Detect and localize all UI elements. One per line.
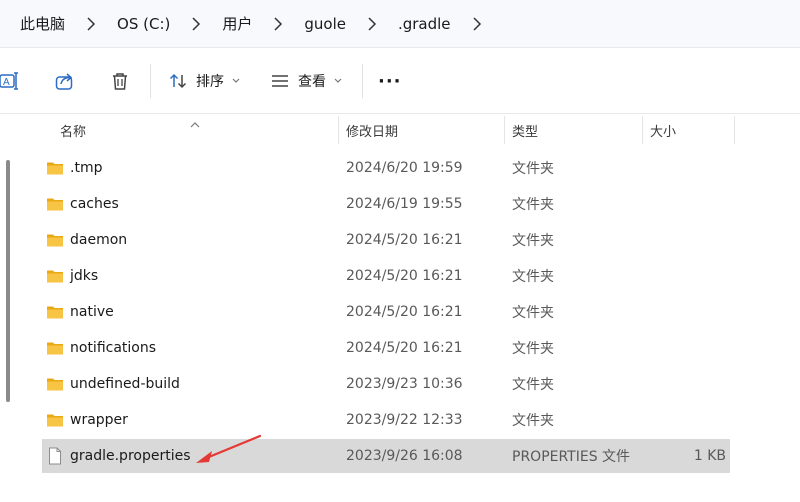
breadcrumb-drive-c[interactable]: OS (C:) — [113, 11, 174, 37]
folder-icon — [46, 231, 64, 249]
file-type: 文件夹 — [512, 377, 554, 393]
file-row[interactable]: .tmp 2024/6/20 19:59 文件夹 — [0, 150, 800, 186]
file-modified-date: 2024/5/20 16:21 — [346, 304, 463, 320]
file-name: native — [70, 304, 114, 320]
file-name: .tmp — [70, 160, 103, 176]
column-name-label: 名称 — [60, 124, 87, 140]
file-modified-date: 2023/9/23 10:36 — [346, 376, 463, 392]
file-row[interactable]: jdks 2024/5/20 16:21 文件夹 — [0, 258, 800, 294]
chevron-right-icon[interactable] — [455, 14, 499, 34]
toolbar-divider — [150, 64, 151, 98]
file-size — [640, 186, 726, 222]
sort-label: 排序 — [196, 74, 224, 90]
file-list: .tmp 2024/6/20 19:59 文件夹 caches 2024/6/1… — [0, 150, 800, 474]
command-bar: A 排序 查看 ··· — [0, 48, 800, 114]
file-row[interactable]: undefined-build 2023/9/23 10:36 文件夹 — [0, 366, 800, 402]
toolbar-divider — [362, 64, 363, 98]
file-modified-date: 2024/5/20 16:21 — [346, 340, 463, 356]
file-size — [640, 258, 726, 294]
folder-icon — [46, 375, 64, 393]
rename-icon[interactable]: A — [0, 67, 24, 95]
chevron-right-icon[interactable] — [69, 14, 113, 34]
file-modified-date: 2023/9/26 16:08 — [346, 448, 463, 464]
chevron-down-icon — [232, 78, 240, 84]
breadcrumb-this-pc[interactable]: 此电脑 — [16, 9, 69, 38]
address-bar[interactable]: 此电脑 OS (C:) 用户 guole .gradle — [0, 0, 800, 48]
folder-icon — [46, 303, 64, 321]
file-row[interactable]: notifications 2024/5/20 16:21 文件夹 — [0, 330, 800, 366]
file-type: 文件夹 — [512, 197, 554, 213]
file-type: 文件夹 — [512, 305, 554, 321]
file-type: PROPERTIES 文件 — [512, 449, 631, 465]
view-button[interactable]: 查看 — [270, 67, 342, 95]
file-name: daemon — [70, 232, 128, 248]
file-name: jdks — [70, 268, 99, 284]
file-name: undefined-build — [70, 376, 180, 392]
column-header-modified[interactable]: 修改日期 — [340, 114, 504, 146]
column-divider[interactable] — [504, 116, 505, 144]
column-size-label: 大小 — [650, 124, 677, 140]
file-modified-date: 2024/5/20 16:21 — [346, 232, 463, 248]
file-row[interactable]: daemon 2024/5/20 16:21 文件夹 — [0, 222, 800, 258]
column-header-size[interactable]: 大小 — [644, 114, 734, 146]
breadcrumb-users[interactable]: 用户 — [218, 9, 256, 38]
file-type: 文件夹 — [512, 341, 554, 357]
column-divider[interactable] — [338, 116, 339, 144]
column-header-row: 名称 修改日期 类型 大小 — [0, 114, 800, 146]
file-size — [640, 150, 726, 186]
chevron-right-icon[interactable] — [350, 14, 394, 34]
column-header-type[interactable]: 类型 — [506, 114, 642, 146]
breadcrumb-user-guole[interactable]: guole — [300, 11, 350, 37]
view-label: 查看 — [298, 74, 326, 90]
file-name: gradle.properties — [70, 448, 191, 464]
file-size — [640, 294, 726, 330]
file-size — [640, 222, 726, 258]
file-row-selected[interactable]: gradle.properties 2023/9/26 16:08 PROPER… — [0, 438, 800, 474]
chevron-right-icon[interactable] — [256, 14, 300, 34]
file-name: wrapper — [70, 412, 128, 428]
svg-text:A: A — [3, 77, 10, 88]
sort-button[interactable]: 排序 — [168, 67, 240, 95]
file-modified-date: 2023/9/22 12:33 — [346, 412, 463, 428]
file-modified-date: 2024/6/20 19:59 — [346, 160, 463, 176]
file-size — [640, 366, 726, 402]
folder-icon — [46, 195, 64, 213]
share-icon[interactable] — [51, 67, 79, 95]
view-list-icon — [270, 71, 290, 91]
file-row[interactable]: caches 2024/6/19 19:55 文件夹 — [0, 186, 800, 222]
file-explorer-window: 此电脑 OS (C:) 用户 guole .gradle A 排序 查看 ···… — [0, 0, 800, 502]
document-file-icon — [46, 447, 64, 465]
file-modified-date: 2024/5/20 16:21 — [346, 268, 463, 284]
delete-trash-icon[interactable] — [106, 67, 134, 95]
folder-icon — [46, 339, 64, 357]
file-type: 文件夹 — [512, 233, 554, 249]
column-header-name[interactable]: 名称 — [54, 114, 338, 146]
file-type: 文件夹 — [512, 161, 554, 177]
sort-arrows-icon — [168, 71, 188, 91]
file-row[interactable]: native 2024/5/20 16:21 文件夹 — [0, 294, 800, 330]
column-type-label: 类型 — [512, 124, 539, 140]
breadcrumb-gradle[interactable]: .gradle — [394, 11, 455, 37]
file-type: 文件夹 — [512, 413, 554, 429]
file-name: notifications — [70, 340, 157, 356]
file-size — [640, 330, 726, 366]
file-row[interactable]: wrapper 2023/9/22 12:33 文件夹 — [0, 402, 800, 438]
column-modified-label: 修改日期 — [346, 124, 399, 140]
file-size: 1 KB — [693, 448, 726, 464]
folder-icon — [46, 411, 64, 429]
chevron-right-icon[interactable] — [174, 14, 218, 34]
folder-icon — [46, 267, 64, 285]
file-type: 文件夹 — [512, 269, 554, 285]
folder-icon — [46, 159, 64, 177]
chevron-down-icon — [334, 78, 342, 84]
file-size — [640, 402, 726, 438]
column-divider[interactable] — [642, 116, 643, 144]
column-divider[interactable] — [734, 116, 735, 144]
file-name: caches — [70, 196, 119, 212]
more-options-button[interactable]: ··· — [378, 67, 402, 95]
more-options-icon: ··· — [378, 70, 402, 92]
file-modified-date: 2024/6/19 19:55 — [346, 196, 463, 212]
